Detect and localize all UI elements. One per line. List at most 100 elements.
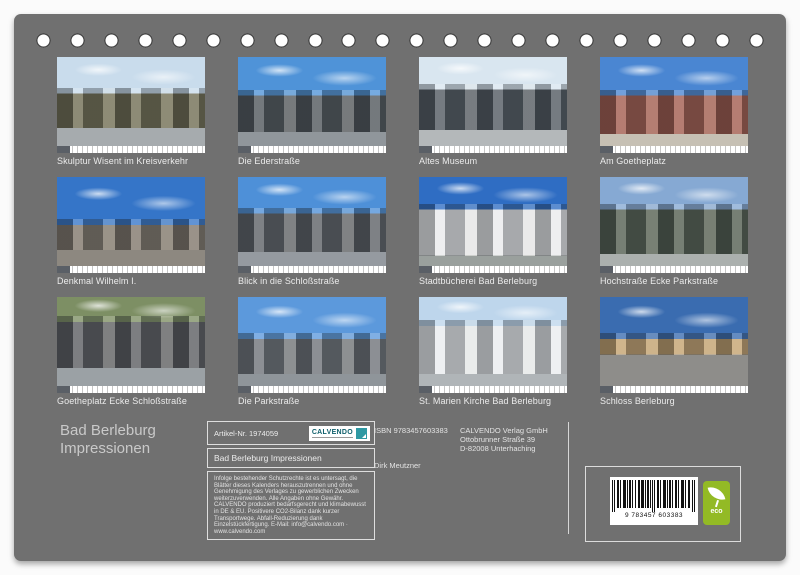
photo-caption: Die Parkstraße	[238, 396, 386, 406]
calendar-title: Bad Berleburg Impressionen	[60, 422, 156, 458]
calendar-page-thumbnail: Blick in die Schloßstraße	[238, 177, 386, 286]
calendar-date-strip	[419, 386, 567, 393]
buildings-silhouette	[57, 219, 205, 250]
buildings-silhouette	[57, 88, 205, 128]
calendar-date-strip	[57, 266, 205, 273]
photo-caption: Denkmal Wilhelm I.	[57, 276, 205, 286]
binding-hole	[545, 33, 560, 48]
barcode-digits: 9 783457 603383	[612, 512, 696, 519]
calendar-photo	[600, 57, 748, 153]
calendar-date-strip	[57, 146, 205, 153]
calendar-photo	[600, 177, 748, 273]
binding-hole	[715, 33, 730, 48]
buildings-silhouette	[600, 90, 748, 134]
calendar-page-thumbnail: Skulptur Wisent im Kreisverkehr	[57, 57, 205, 166]
buildings-silhouette	[600, 333, 748, 354]
calendar-page-thumbnail: Denkmal Wilhelm I.	[57, 177, 205, 286]
photo-caption: Die Ederstraße	[238, 156, 386, 166]
photo-caption: Stadtbücherei Bad Berleburg	[419, 276, 567, 286]
barcode-bars	[612, 480, 696, 512]
legal-text-box: Infolge bestehender Schutzrechte ist es …	[207, 471, 375, 540]
photo-caption: Hochstraße Ecke Parkstraße	[600, 276, 748, 286]
calendar-photo	[600, 297, 748, 393]
calendar-photo	[419, 177, 567, 273]
buildings-silhouette	[419, 204, 567, 256]
calendar-page-thumbnail: Am Goetheplatz	[600, 57, 748, 166]
buildings-silhouette	[57, 316, 205, 368]
binding-hole	[511, 33, 526, 48]
eco-logo: eco	[703, 481, 730, 525]
calvendo-logo: CALVENDO	[309, 426, 370, 441]
photo-caption: Altes Museum	[419, 156, 567, 166]
calendar-page-thumbnail: Schloss Berleburg	[600, 297, 748, 406]
binding-hole	[409, 33, 424, 48]
calendar-photo	[57, 177, 205, 273]
calvendo-logo-mark-icon	[356, 428, 367, 439]
photo-caption: St. Marien Kirche Bad Berleburg	[419, 396, 567, 406]
calendar-date-strip	[238, 386, 386, 393]
calendar-page-thumbnail: Goetheplatz Ecke Schloßstraße	[57, 297, 205, 406]
binding-hole	[749, 33, 764, 48]
calendar-page-thumbnail: Die Parkstraße	[238, 297, 386, 406]
binding-hole	[308, 33, 323, 48]
binding-hole	[443, 33, 458, 48]
calvendo-logo-text: CALVENDO	[312, 429, 353, 436]
binding-hole	[274, 33, 289, 48]
buildings-silhouette	[419, 320, 567, 374]
calendar-photo	[57, 297, 205, 393]
calendar-photo	[238, 57, 386, 153]
eco-label: eco	[710, 508, 722, 515]
publisher-name: CALVENDO Verlag GmbH	[460, 426, 548, 435]
calendar-date-strip	[600, 146, 748, 153]
barcode-section: 9 783457 603383 eco	[585, 466, 741, 542]
leaf-stem-icon	[715, 500, 719, 507]
calendar-date-strip	[600, 386, 748, 393]
publisher-city: D-82008 Unterhaching	[460, 444, 548, 453]
calendar-date-strip	[57, 386, 205, 393]
binding-hole	[104, 33, 119, 48]
calendar-product-photo: Skulptur Wisent im Kreisverkehr Die Eder…	[0, 0, 800, 575]
spiral-binding-holes	[36, 33, 764, 48]
article-number-box: Artikel-Nr. 1974059 CALVENDO	[207, 421, 375, 445]
photo-caption: Blick in die Schloßstraße	[238, 276, 386, 286]
publisher-info-boxes: Artikel-Nr. 1974059 CALVENDO Bad Berlebu…	[207, 421, 375, 543]
calendar-page-thumbnail: Stadtbücherei Bad Berleburg	[419, 177, 567, 286]
article-number: Artikel-Nr. 1974059	[214, 429, 278, 438]
calendar-page-thumbnail: Die Ederstraße	[238, 57, 386, 166]
photo-caption: Skulptur Wisent im Kreisverkehr	[57, 156, 205, 166]
publisher-street: Ottobrunner Straße 39	[460, 435, 548, 444]
calendar-photo	[419, 297, 567, 393]
calvendo-logo-text-wrap: CALVENDO	[312, 429, 353, 438]
calendar-photo	[238, 177, 386, 273]
calendar-date-strip	[238, 146, 386, 153]
calendar-date-strip	[419, 266, 567, 273]
photo-grid: Skulptur Wisent im Kreisverkehr Die Eder…	[57, 57, 748, 406]
isbn-author-column: ISBN 9783457603383 Dirk Meutzner	[374, 426, 460, 470]
calendar-photo	[238, 297, 386, 393]
buildings-silhouette	[600, 204, 748, 254]
binding-hole	[341, 33, 356, 48]
photo-caption: Schloss Berleburg	[600, 396, 748, 406]
binding-hole	[36, 33, 51, 48]
calendar-photo	[419, 57, 567, 153]
calendar-date-strip	[600, 266, 748, 273]
ean-barcode: 9 783457 603383	[610, 477, 698, 525]
calendar-back-cover: Skulptur Wisent im Kreisverkehr Die Eder…	[14, 14, 786, 561]
legal-text: Infolge bestehender Schutzrechte ist es …	[214, 476, 366, 535]
publisher-address: CALVENDO Verlag GmbH Ottobrunner Straße …	[460, 426, 548, 453]
product-title-box: Bad Berleburg Impressionen	[207, 448, 375, 468]
binding-hole	[613, 33, 628, 48]
binding-hole	[375, 33, 390, 48]
buildings-silhouette	[238, 90, 386, 132]
calendar-page-thumbnail: Altes Museum	[419, 57, 567, 166]
buildings-silhouette	[238, 333, 386, 373]
buildings-silhouette	[419, 84, 567, 130]
calendar-date-strip	[419, 146, 567, 153]
binding-hole	[647, 33, 662, 48]
calendar-photo	[57, 57, 205, 153]
product-title: Bad Berleburg Impressionen	[214, 453, 322, 463]
calvendo-logo-rule	[312, 437, 353, 438]
photo-caption: Goetheplatz Ecke Schloßstraße	[57, 396, 205, 406]
binding-hole	[206, 33, 221, 48]
binding-hole	[579, 33, 594, 48]
